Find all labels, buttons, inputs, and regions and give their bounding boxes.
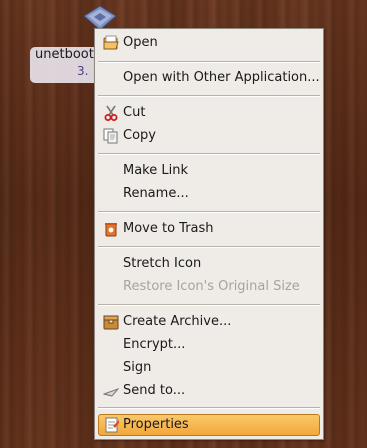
- menu-item-create-archive[interactable]: Create Archive...: [98, 311, 320, 333]
- archive-icon: [103, 314, 119, 330]
- menu-item-label: Copy: [123, 128, 156, 143]
- trash-icon: [103, 221, 119, 237]
- menu-item-label: Make Link: [123, 163, 188, 178]
- menu-item-properties[interactable]: Properties: [98, 414, 320, 436]
- menu-item-label: Sign: [123, 360, 152, 375]
- menu-item-sign[interactable]: Sign: [98, 357, 320, 379]
- menu-item-move-to-trash[interactable]: Move to Trash: [98, 218, 320, 240]
- menu-item-label: Open: [123, 35, 158, 50]
- menu-item-open[interactable]: Open: [98, 32, 320, 54]
- separator: [98, 211, 320, 213]
- folder-open-icon: [103, 35, 119, 51]
- separator: [98, 407, 320, 409]
- menu-item-open-with[interactable]: Open with Other Application...: [98, 67, 320, 89]
- menu-item-make-link[interactable]: Make Link: [98, 160, 320, 182]
- menu-item-label: Encrypt...: [123, 337, 186, 352]
- menu-item-copy[interactable]: Copy: [98, 125, 320, 147]
- menu-item-label: Stretch Icon: [123, 256, 202, 271]
- menu-item-label: Send to...: [123, 383, 186, 398]
- separator: [98, 304, 320, 306]
- separator: [98, 95, 320, 97]
- menu-item-label: Properties: [123, 417, 189, 432]
- menu-item-label: Rename...: [123, 186, 189, 201]
- menu-item-label: Move to Trash: [123, 221, 214, 236]
- separator: [98, 246, 320, 248]
- context-menu: Open Open with Other Application... Cut …: [94, 28, 324, 440]
- menu-item-label: Create Archive...: [123, 314, 232, 329]
- copy-icon: [103, 128, 119, 144]
- menu-item-stretch-icon[interactable]: Stretch Icon: [98, 253, 320, 275]
- menu-item-encrypt[interactable]: Encrypt...: [98, 334, 320, 356]
- menu-item-label: Open with Other Application...: [123, 70, 320, 85]
- menu-item-send-to[interactable]: Send to...: [98, 380, 320, 402]
- menu-item-restore-icon-size: Restore Icon's Original Size: [98, 276, 320, 298]
- menu-item-label: Cut: [123, 105, 146, 120]
- menu-item-cut[interactable]: Cut: [98, 102, 320, 124]
- separator: [98, 61, 320, 63]
- menu-item-label: Restore Icon's Original Size: [123, 279, 300, 294]
- properties-icon: [104, 417, 120, 433]
- send-icon: [102, 383, 120, 399]
- separator: [98, 153, 320, 155]
- scissors-icon: [103, 105, 119, 121]
- menu-item-rename[interactable]: Rename...: [98, 183, 320, 205]
- desktop-icon-label[interactable]: unetboot 3.: [30, 47, 104, 83]
